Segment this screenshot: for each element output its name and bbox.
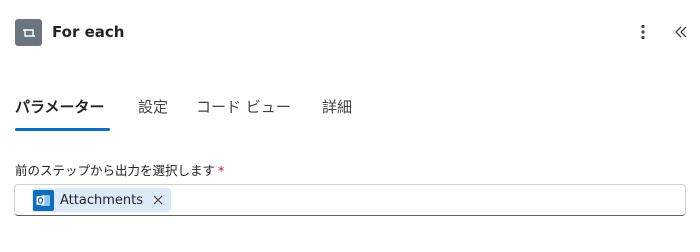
output-selector-input[interactable]: Attachments xyxy=(14,184,686,216)
panel-header: For each xyxy=(0,0,700,64)
close-icon xyxy=(153,195,163,205)
required-marker: * xyxy=(218,163,225,178)
remove-token-button[interactable] xyxy=(151,193,165,207)
attachments-token[interactable]: Attachments xyxy=(32,188,171,212)
field-label: 前のステップから出力を選択します * xyxy=(15,162,224,180)
tab-code-view[interactable]: コード ビュー xyxy=(196,96,291,118)
action-title: For each xyxy=(52,23,125,41)
tab-parameters[interactable]: パラメーター xyxy=(15,96,105,118)
outlook-icon xyxy=(33,189,54,211)
more-vertical-icon xyxy=(641,24,645,40)
foreach-icon xyxy=(15,19,42,46)
field-label-text: 前のステップから出力を選択します xyxy=(15,163,216,178)
tab-details[interactable]: 詳細 xyxy=(322,96,352,118)
double-chevron-left-icon xyxy=(675,26,687,38)
token-label: Attachments xyxy=(60,192,143,208)
tab-settings[interactable]: 設定 xyxy=(138,96,168,118)
more-options-button[interactable] xyxy=(632,20,654,44)
active-tab-indicator xyxy=(15,128,110,131)
collapse-panel-button[interactable] xyxy=(670,20,692,44)
